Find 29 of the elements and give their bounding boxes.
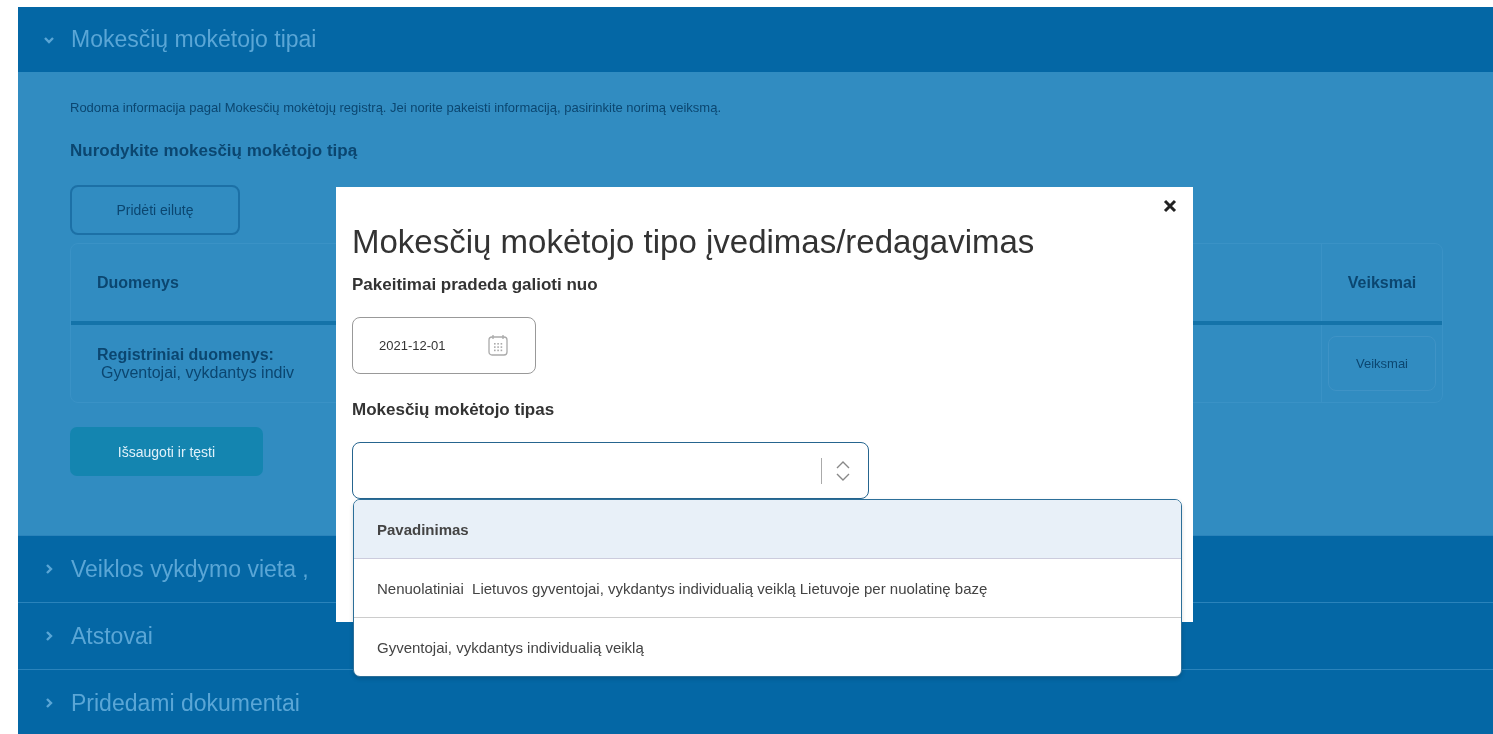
modal-title: Mokesčių mokėtojo tipo įvedimas/redagavimas bbox=[352, 223, 1036, 261]
info-text: Rodoma informacija pagal Mokesčių mokėtojų registrą. Jei norite pakeisti informaciją, pasirinkite norimą veiksmą. bbox=[70, 100, 722, 115]
up-down-caret-icon bbox=[836, 459, 850, 482]
accordion-header[interactable]: Mokesčių mokėtojo tipai bbox=[18, 7, 1493, 72]
column-header: Veiksmai bbox=[1347, 273, 1417, 292]
section-title: Atstovai bbox=[71, 622, 153, 650]
dropdown-option[interactable]: Nenuolatiniai Lietuvos gyventojai, vykdantys individualią veiklą Lietuvoje per nuolatinę bazę bbox=[354, 559, 1181, 617]
calendar-icon bbox=[488, 334, 508, 356]
chevron-right-icon bbox=[43, 563, 55, 575]
column-header: Duomenys bbox=[97, 273, 179, 292]
section-heading: Nurodykite mokesčių mokėtojo tipą bbox=[70, 141, 359, 161]
field-label: Pakeitimai pradeda galioti nuo bbox=[352, 275, 599, 295]
field-label: Mokesčių mokėtojo tipas bbox=[352, 400, 556, 420]
section-title: Pridedami dokumentai bbox=[71, 689, 300, 717]
select-field[interactable] bbox=[352, 442, 869, 499]
close-icon[interactable] bbox=[1161, 197, 1179, 215]
row-value: Gyventojai, vykdantys indiv bbox=[100, 363, 294, 382]
chevron-right-icon bbox=[43, 697, 55, 709]
row-label: Registriniai duomenys: bbox=[97, 345, 274, 364]
save-continue-button[interactable]: Išsaugoti ir tęsti bbox=[70, 427, 263, 476]
date-field[interactable]: 2021-12-01 bbox=[352, 317, 536, 374]
section-title: Mokesčių mokėtojo tipai bbox=[71, 26, 317, 53]
section-title: Veiklos vykdymo vieta , bbox=[71, 555, 309, 583]
add-row-button[interactable]: Pridėti eilutę bbox=[70, 185, 240, 235]
dropdown-option[interactable]: Gyventojai, vykdantys individualią veiklą bbox=[354, 617, 1181, 676]
actions-button[interactable]: Veiksmai bbox=[1328, 336, 1436, 391]
dropdown-header: Pavadinimas bbox=[354, 500, 1181, 559]
accordion-header[interactable]: Pridedami dokumentai bbox=[18, 669, 1493, 734]
chevron-right-icon bbox=[43, 630, 55, 642]
